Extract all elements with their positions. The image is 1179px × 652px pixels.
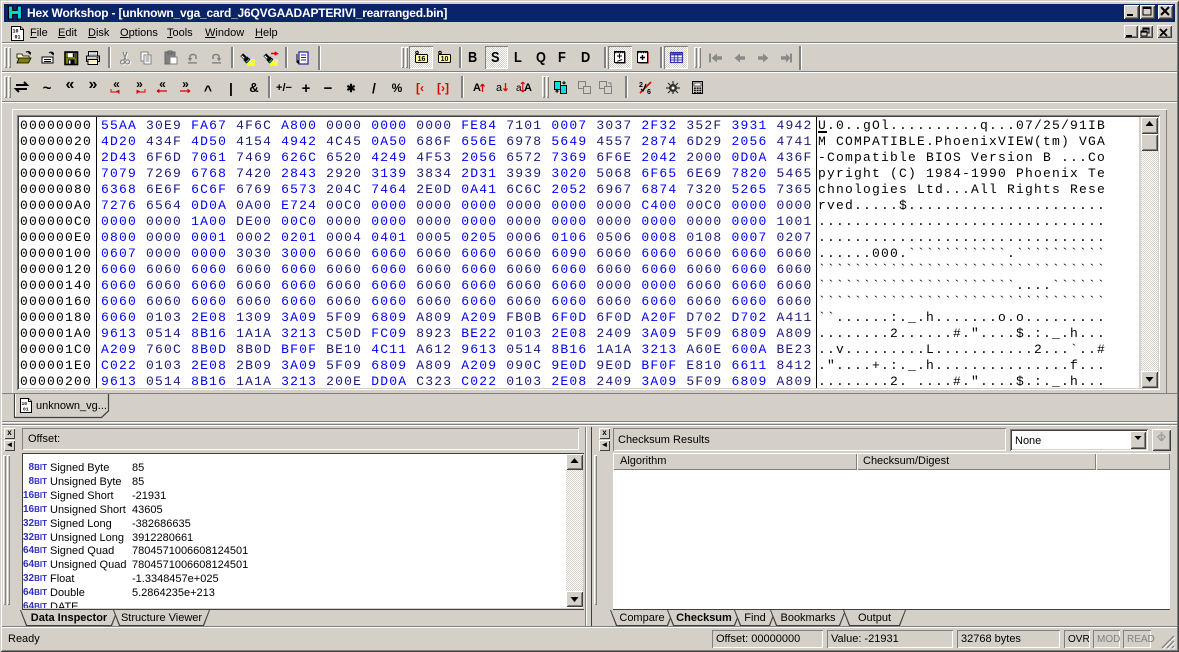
svg-text:10: 10: [22, 401, 28, 407]
svg-text:A: A: [524, 82, 532, 94]
svg-text:6: 6: [647, 89, 651, 96]
svg-text:01: 01: [15, 35, 21, 41]
svg-text:a: a: [516, 83, 522, 94]
svg-text:«: «: [113, 79, 120, 91]
svg-text:10: 10: [441, 56, 449, 63]
svg-text:16: 16: [418, 56, 426, 63]
svg-text:a: a: [496, 82, 503, 94]
svg-text:2: 2: [639, 82, 643, 89]
svg-text:»: »: [136, 79, 143, 91]
svg-text:«: «: [159, 79, 166, 91]
svg-text:A: A: [473, 82, 481, 94]
svg-text:01: 01: [23, 407, 29, 413]
